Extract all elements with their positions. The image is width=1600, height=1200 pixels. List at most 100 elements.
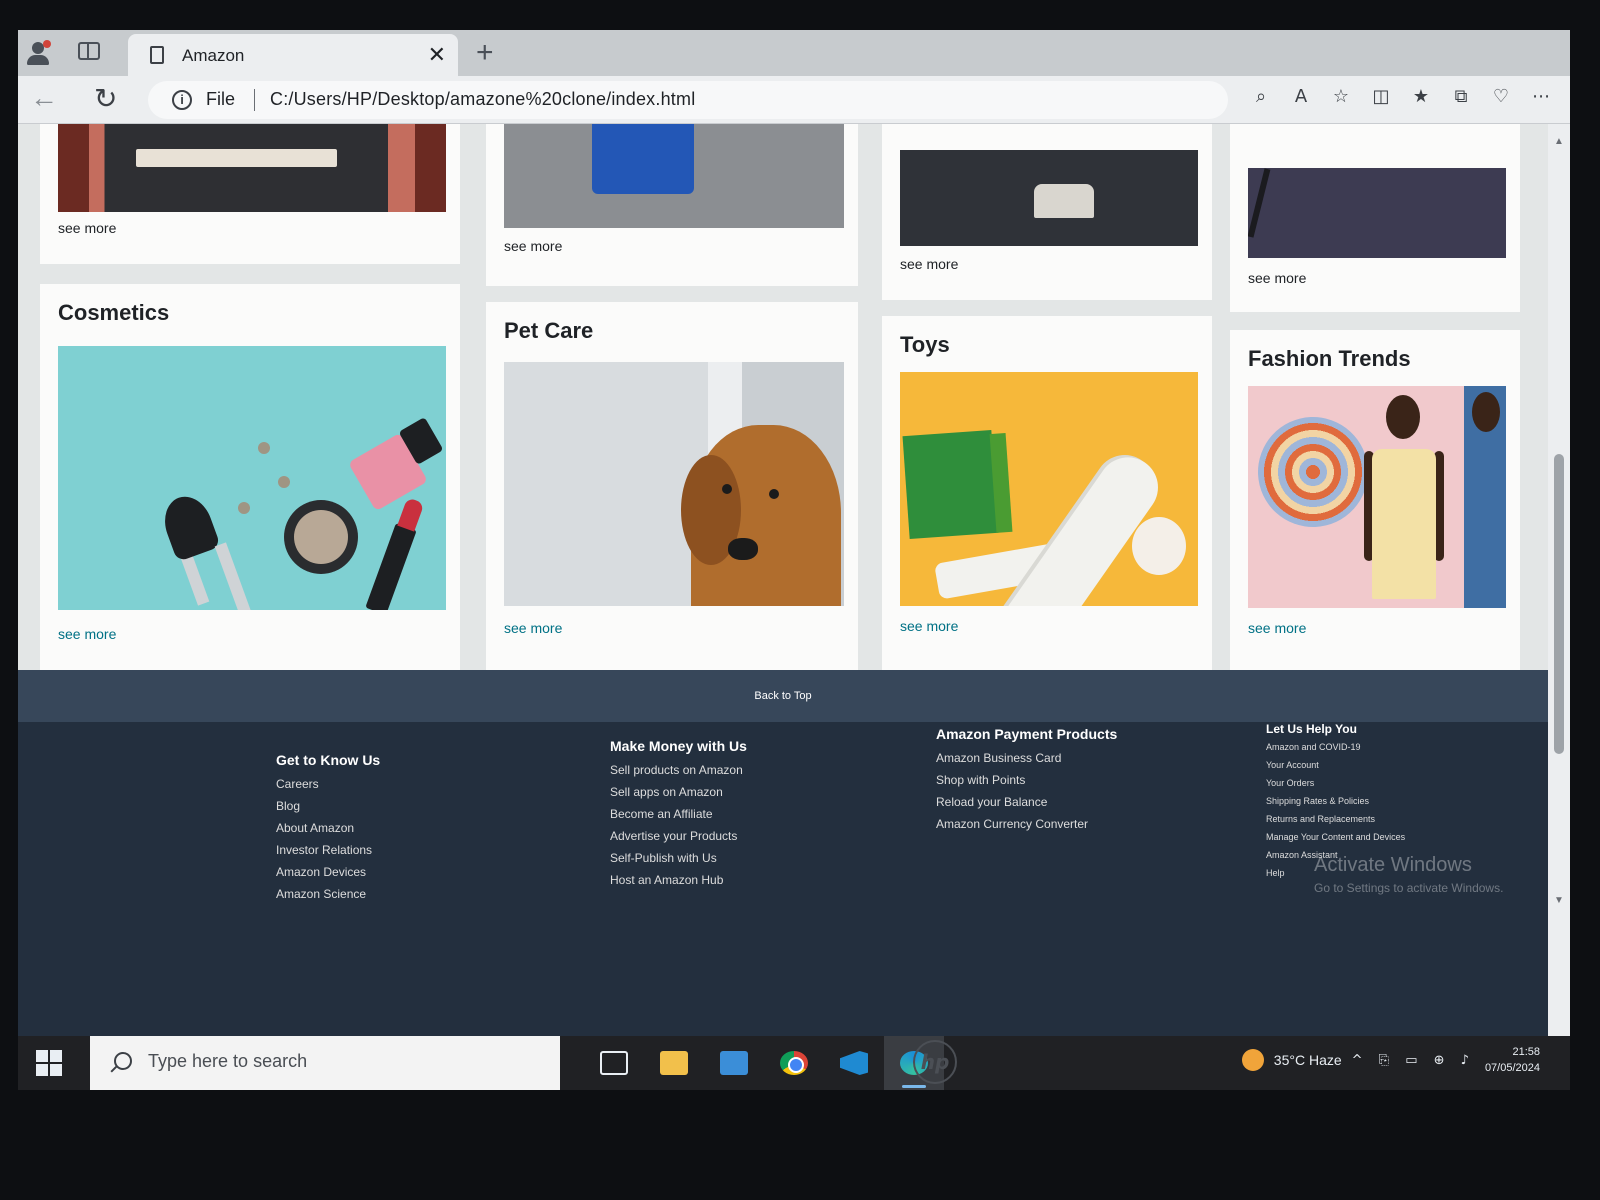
- footer-link[interactable]: Investor Relations: [276, 843, 380, 857]
- weather-icon[interactable]: [1241, 1049, 1264, 1071]
- chrome-button[interactable]: [764, 1036, 824, 1090]
- mail-button[interactable]: [704, 1036, 764, 1090]
- category-card-pet-care: Pet Care see more: [486, 302, 858, 670]
- hp-logo: hp: [913, 1040, 957, 1084]
- document-icon: [150, 46, 164, 64]
- more-menu-icon[interactable]: ⋯: [1530, 86, 1552, 108]
- footer-link[interactable]: Manage Your Content and Devices: [1266, 832, 1405, 842]
- footer-link[interactable]: Sell products on Amazon: [610, 763, 747, 777]
- see-more-link[interactable]: see more: [1248, 270, 1306, 286]
- vscode-button[interactable]: [824, 1036, 884, 1090]
- footer-link[interactable]: Amazon and COVID-19: [1266, 742, 1405, 752]
- mail-icon: [720, 1051, 748, 1075]
- web-page: see more see more see more see more Cosm…: [18, 124, 1548, 1036]
- product-image[interactable]: [504, 124, 844, 228]
- taskbar-search-box[interactable]: Type here to search: [90, 1036, 560, 1090]
- card-title: Pet Care: [504, 318, 594, 343]
- clock[interactable]: 21:58 07/05/2024: [1485, 1044, 1540, 1076]
- windows-taskbar: Type here to search 35°C Haze ^ ⎘ ▭ ⊕ ♪ …: [18, 1036, 1570, 1090]
- product-image[interactable]: [900, 150, 1198, 246]
- top-card-2: see more: [486, 124, 858, 286]
- favorite-star-icon[interactable]: ☆: [1330, 86, 1352, 108]
- product-image[interactable]: [58, 124, 446, 212]
- pet-care-image[interactable]: [504, 362, 844, 606]
- card-title: Cosmetics: [58, 300, 170, 325]
- system-tray: 35°C Haze ^ ⎘ ▭ ⊕ ♪ 21:58 07/05/2024: [1241, 1044, 1540, 1076]
- activate-windows-watermark: Activate Windows Go to Settings to activ…: [1314, 854, 1504, 895]
- footer-link[interactable]: Sell apps on Amazon: [610, 785, 747, 799]
- category-card-toys: Toys see more: [882, 316, 1212, 670]
- footer-link[interactable]: Your Account: [1266, 760, 1405, 770]
- footer-link[interactable]: Shipping Rates & Policies: [1266, 796, 1405, 806]
- extensions-icon[interactable]: ♡: [1490, 86, 1512, 108]
- split-screen-icon[interactable]: ◫: [1370, 86, 1392, 108]
- toys-image[interactable]: [900, 372, 1198, 606]
- url-text[interactable]: C:/Users/HP/Desktop/amazone%20clone/inde…: [270, 89, 695, 110]
- footer-column-make-money: Make Money with Us Sell products on Amaz…: [610, 738, 747, 895]
- toolbar-icons: ⌕ A ☆ ◫ ★ ⧉ ♡ ⋯: [1250, 86, 1552, 108]
- new-tab-button[interactable]: +: [476, 36, 494, 70]
- footer-heading: Let Us Help You: [1266, 722, 1357, 736]
- scroll-thumb[interactable]: [1554, 454, 1564, 754]
- collections-icon[interactable]: ⧉: [1450, 86, 1472, 108]
- footer-link[interactable]: Advertise your Products: [610, 829, 747, 843]
- fashion-trends-image[interactable]: [1248, 386, 1506, 608]
- footer-link[interactable]: Your Orders: [1266, 778, 1405, 788]
- footer-link[interactable]: Reload your Balance: [936, 795, 1117, 809]
- see-more-link[interactable]: see more: [1248, 620, 1306, 636]
- scroll-down-icon[interactable]: ▼: [1554, 895, 1564, 906]
- tray-icons[interactable]: ^ ⎘ ▭ ⊕ ♪: [1352, 1053, 1475, 1068]
- see-more-link[interactable]: see more: [58, 220, 116, 236]
- close-tab-icon[interactable]: ✕: [428, 42, 446, 68]
- category-card-cosmetics: Cosmetics see more: [40, 284, 460, 670]
- footer-link[interactable]: Amazon Science: [276, 887, 380, 901]
- footer-link[interactable]: Blog: [276, 799, 380, 813]
- laptop-screen: Amazon ✕ + ← ↻ i File C:/Users/HP/Deskto…: [18, 30, 1570, 1090]
- zoom-icon[interactable]: ⌕: [1250, 86, 1272, 108]
- see-more-link[interactable]: see more: [504, 238, 562, 254]
- address-bar[interactable]: i File C:/Users/HP/Desktop/amazone%20clo…: [148, 81, 1228, 119]
- tab-amazon[interactable]: Amazon ✕: [128, 34, 458, 76]
- see-more-link[interactable]: see more: [900, 256, 958, 272]
- back-arrow-icon[interactable]: ←: [30, 82, 58, 114]
- task-view-button[interactable]: [584, 1036, 644, 1090]
- reload-icon[interactable]: ↻: [94, 82, 117, 115]
- card-title: Fashion Trends: [1248, 346, 1411, 371]
- footer-link[interactable]: Shop with Points: [936, 773, 1117, 787]
- see-more-link[interactable]: see more: [900, 618, 958, 634]
- footer-link[interactable]: Returns and Replacements: [1266, 814, 1405, 824]
- scroll-up-icon[interactable]: ▲: [1554, 136, 1564, 147]
- top-card-3: see more: [882, 124, 1212, 300]
- page-scrollbar[interactable]: ▲ ▼: [1548, 124, 1570, 1036]
- top-card-1: see more: [40, 124, 460, 264]
- clock-date: 07/05/2024: [1484, 1062, 1540, 1074]
- footer-link[interactable]: Careers: [276, 777, 380, 791]
- search-icon: [114, 1052, 132, 1070]
- weather-text[interactable]: 35°C Haze: [1274, 1052, 1342, 1068]
- file-explorer-button[interactable]: [644, 1036, 704, 1090]
- cosmetics-image[interactable]: [58, 346, 446, 610]
- footer-link[interactable]: Amazon Currency Converter: [936, 817, 1117, 831]
- tab-actions-icon[interactable]: [78, 42, 100, 60]
- footer-link[interactable]: Become an Affiliate: [610, 807, 747, 821]
- profile-button[interactable]: [22, 38, 54, 68]
- address-prefix: File: [206, 89, 236, 109]
- footer-link[interactable]: Self-Publish with Us: [610, 851, 747, 865]
- laptop-bezel: [0, 1090, 1600, 1200]
- footer-link[interactable]: About Amazon: [276, 821, 380, 835]
- top-card-4: see more: [1230, 124, 1520, 312]
- favorites-icon[interactable]: ★: [1410, 86, 1432, 108]
- footer-link[interactable]: Amazon Devices: [276, 865, 380, 879]
- chrome-icon: [780, 1051, 808, 1075]
- read-aloud-icon[interactable]: A: [1290, 86, 1312, 108]
- back-to-top-button[interactable]: Back to Top: [18, 670, 1548, 722]
- see-more-link[interactable]: see more: [58, 626, 116, 642]
- footer-link[interactable]: Amazon Business Card: [936, 751, 1117, 765]
- footer-link[interactable]: Host an Amazon Hub: [610, 873, 747, 887]
- product-image[interactable]: [1248, 168, 1506, 258]
- windows-start-icon[interactable]: [36, 1050, 62, 1076]
- card-title: Toys: [900, 332, 950, 357]
- task-view-icon: [600, 1051, 628, 1075]
- info-icon[interactable]: i: [172, 90, 192, 110]
- see-more-link[interactable]: see more: [504, 620, 562, 636]
